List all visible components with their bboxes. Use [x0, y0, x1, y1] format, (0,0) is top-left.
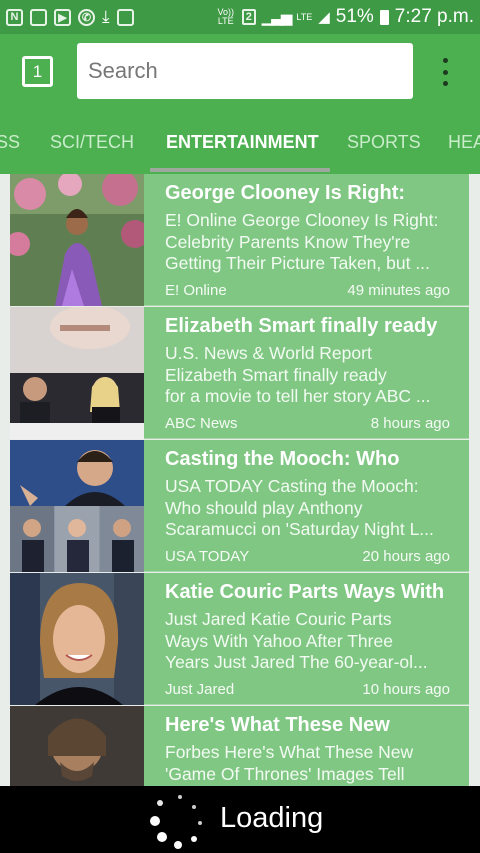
tab-sci-tech[interactable]: SCI/TECH: [50, 132, 134, 153]
article-headline[interactable]: George Clooney Is Right:: [165, 182, 455, 205]
article-time: 10 hours ago: [362, 681, 450, 698]
news-card[interactable]: Casting the Mooch: Who USA TODAY Casting…: [10, 440, 469, 572]
more-vertical-icon[interactable]: [436, 58, 454, 86]
article-summary: U.S. News & World Report Elizabeth Smart…: [165, 343, 431, 406]
loading-label: Loading: [220, 802, 324, 834]
article-headline[interactable]: Casting the Mooch: Who: [165, 448, 455, 471]
article-headline[interactable]: Here's What These New: [165, 714, 455, 737]
signal-strength-icon: ◢: [318, 9, 330, 26]
article-meta: ABC News 8 hours ago: [165, 415, 450, 432]
active-tab-indicator: [150, 168, 330, 172]
tab-business[interactable]: SS: [0, 132, 20, 153]
article-summary: USA TODAY Casting the Mooch: Who should …: [165, 476, 434, 539]
article-source: E! Online: [165, 282, 227, 299]
download-icon: ⤓: [102, 7, 110, 26]
article-summary: Forbes Here's What These New 'Game Of Th…: [165, 742, 414, 784]
loading-spinner-icon: [150, 795, 202, 849]
article-meta: USA TODAY 20 hours ago: [165, 548, 450, 565]
phone-notification-icon: ✆: [78, 8, 95, 26]
article-source: ABC News: [165, 415, 238, 432]
article-thumbnail: [10, 307, 144, 439]
article-meta: E! Online 49 minutes ago: [165, 282, 450, 299]
news-feed[interactable]: George Clooney Is Right: E! Online Georg…: [10, 174, 469, 786]
battery-icon: [379, 9, 389, 25]
signal-icon: ▁▃▅: [261, 9, 293, 26]
article-time: 8 hours ago: [370, 415, 450, 432]
battery-percent: 51%: [335, 6, 374, 27]
article-thumbnail: [10, 573, 144, 705]
article-thumbnail: [10, 706, 144, 786]
article-meta: Just Jared 10 hours ago: [165, 681, 450, 698]
tab-health[interactable]: HEA: [448, 132, 480, 153]
volte-indicator: Vo)) LTE: [217, 7, 234, 26]
news-card[interactable]: George Clooney Is Right: E! Online Georg…: [10, 174, 469, 306]
news-card[interactable]: Elizabeth Smart finally ready U.S. News …: [10, 307, 469, 439]
article-thumbnail: [10, 174, 144, 306]
sim-indicator: 2: [241, 9, 256, 25]
clipboard-icon: [116, 8, 134, 26]
category-tabs: SS SCI/TECH ENTERTAINMENT SPORTS HEA: [0, 108, 480, 174]
news-card[interactable]: Katie Couric Parts Ways With Just Jared …: [10, 573, 469, 705]
system-indicators: Vo)) LTE 2 ▁▃▅ LTE ◢ 51% 7:27 p.m.: [216, 6, 474, 28]
article-thumbnail: [10, 440, 144, 572]
tab-count-button[interactable]: 1: [22, 56, 53, 87]
tab-sports[interactable]: SPORTS: [347, 132, 421, 153]
article-headline[interactable]: Elizabeth Smart finally ready: [165, 315, 455, 338]
status-bar: N ▶ ✆ ⤓ Vo)) LTE 2 ▁▃▅ LTE ◢ 51% 7:27 p.…: [0, 0, 480, 34]
news-card[interactable]: Here's What These New Forbes Here's What…: [10, 706, 469, 786]
article-headline[interactable]: Katie Couric Parts Ways With: [165, 581, 455, 604]
article-summary: E! Online George Clooney Is Right: Celeb…: [165, 210, 439, 273]
media-notification-icon: ▶: [54, 8, 71, 26]
image-notification-icon: [30, 8, 47, 26]
loading-overlay: Loading: [0, 786, 480, 853]
article-summary: Just Jared Katie Couric Parts Ways With …: [165, 609, 428, 672]
top-toolbar: 1: [0, 34, 480, 108]
article-time: 20 hours ago: [362, 548, 450, 565]
clock: 7:27 p.m.: [394, 6, 474, 27]
lte-indicator: LTE: [296, 11, 313, 22]
tab-entertainment[interactable]: ENTERTAINMENT: [166, 132, 319, 153]
article-source: Just Jared: [165, 681, 235, 698]
article-source: USA TODAY: [165, 548, 250, 565]
app-notification-icon: N: [6, 8, 23, 26]
search-input[interactable]: [77, 43, 413, 99]
article-time: 49 minutes ago: [347, 282, 450, 299]
notification-icons: N ▶ ✆ ⤓: [6, 7, 134, 27]
